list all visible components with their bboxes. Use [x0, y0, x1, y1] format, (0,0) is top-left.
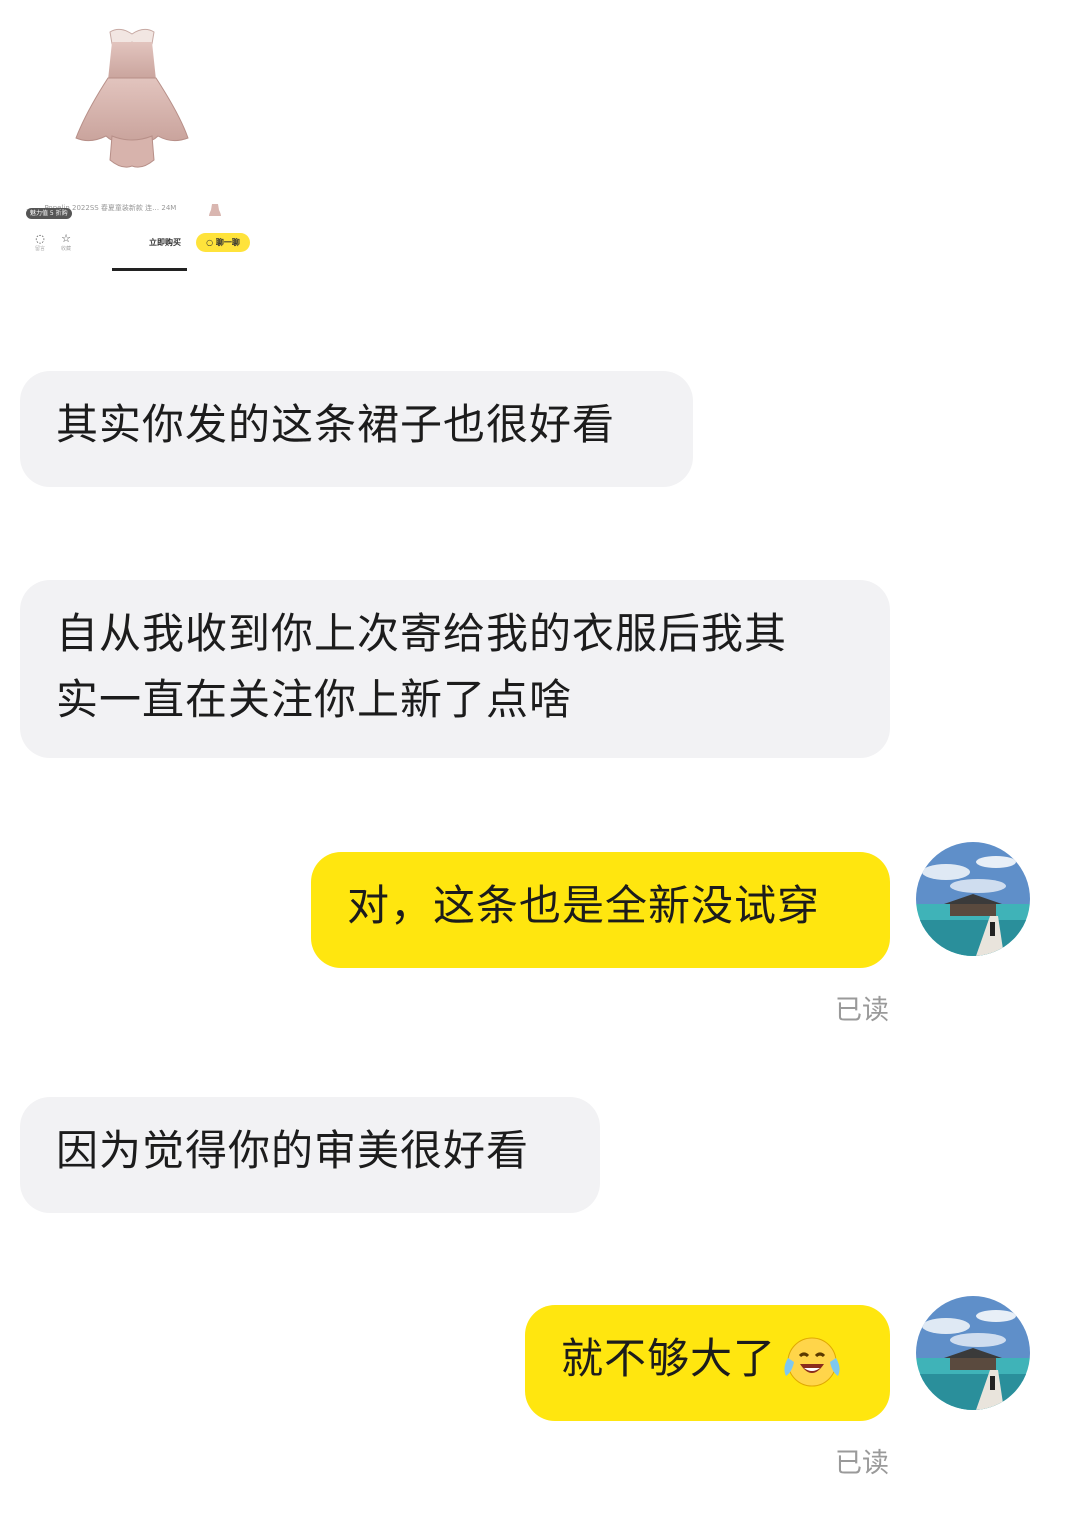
chat-bubble-icon: ○	[206, 238, 214, 247]
message-text-line: 实一直在关注你上新了点啥	[56, 675, 573, 724]
message-text-line: 自从我收到你上次寄给我的衣服后我其	[56, 609, 788, 658]
read-status: 已读	[835, 995, 889, 1026]
message-text: 其实你发的这条裙子也很好看	[56, 400, 616, 449]
chat-button[interactable]: ○ 聊一聊	[196, 233, 250, 252]
product-card[interactable]: … … Popelin 2022SS 春夏童装新款 连… 24M 魅力值 5 折…	[22, 0, 250, 275]
avatar-image	[916, 842, 1030, 956]
favorite-action[interactable]: ☆ 收藏	[55, 232, 77, 253]
avatar-image	[916, 1296, 1030, 1410]
user-avatar[interactable]	[916, 1296, 1030, 1410]
message-bubble-outgoing[interactable]: 对，这条也是全新没试穿	[311, 852, 890, 968]
comment-icon: ◌	[35, 232, 45, 245]
message-bubble-outgoing[interactable]: 就不够大了	[525, 1305, 890, 1421]
product-thumbnail	[209, 204, 221, 216]
comment-action[interactable]: ◌ 留言	[29, 232, 51, 253]
dress-image	[75, 28, 189, 168]
message-bubble-incoming[interactable]: 自从我收到你上次寄给我的衣服后我其 实一直在关注你上新了点啥	[20, 580, 890, 758]
message-text: 因为觉得你的审美很好看	[56, 1126, 530, 1175]
buy-now-button[interactable]: 立即购买	[140, 234, 190, 251]
user-avatar[interactable]	[916, 842, 1030, 956]
active-indicator	[112, 268, 187, 271]
star-icon: ☆	[61, 232, 71, 245]
message-text: 就不够大了	[561, 1334, 777, 1383]
message-text: 对，这条也是全新没试穿	[347, 881, 821, 930]
message-bubble-incoming[interactable]: 因为觉得你的审美很好看	[20, 1097, 600, 1213]
crying-laughing-emoji	[784, 1337, 840, 1386]
promo-badge: 魅力值 5 折购	[26, 208, 72, 219]
read-status: 已读	[835, 1448, 889, 1479]
message-bubble-incoming[interactable]: 其实你发的这条裙子也很好看	[20, 371, 693, 487]
